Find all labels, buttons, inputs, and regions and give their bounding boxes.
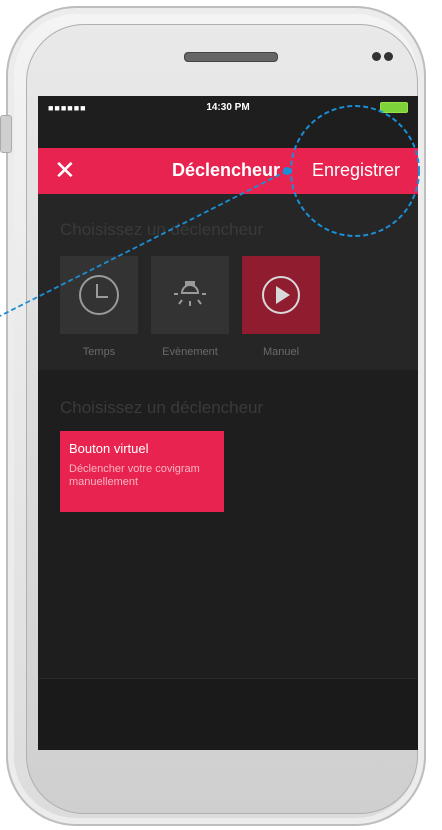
trigger-label: Manuel <box>262 346 300 358</box>
trigger-tile-time[interactable] <box>60 256 138 334</box>
phone-camera-dot <box>384 52 393 61</box>
phone-speaker <box>184 52 278 62</box>
clock-icon <box>79 275 119 315</box>
trigger-label: Evènement <box>162 346 218 358</box>
close-button[interactable]: ✕ <box>54 154 76 186</box>
app-screen: ■■■■■■ 14:30 PM ✕ Déclencheur Enregistre… <box>38 96 418 750</box>
phone-sensor-dot <box>372 52 381 61</box>
status-bar: ■■■■■■ 14:30 PM <box>38 96 418 118</box>
page-title: Déclencheur <box>172 160 281 180</box>
bottom-area <box>38 678 418 750</box>
trigger-tile-manual[interactable] <box>242 256 320 334</box>
section-heading: Choisissez un déclencheur <box>60 220 264 239</box>
lightbulb-icon <box>174 281 206 306</box>
trigger-type-section: Choisissez un déclencheur Temps Evènemen… <box>38 194 418 370</box>
save-button[interactable]: Enregistrer <box>312 160 400 181</box>
card-description: Déclencher votre covigram manuellement <box>69 463 200 488</box>
virtual-button-card[interactable]: Bouton virtuel Déclencher votre covigram… <box>60 431 224 512</box>
battery-icon <box>380 102 408 113</box>
phone-side-button <box>0 115 12 153</box>
status-time: 14:30 PM <box>206 102 250 113</box>
play-icon <box>262 276 300 314</box>
trigger-tile-event[interactable] <box>151 256 229 334</box>
section-heading: Choisissez un déclencheur <box>60 398 264 417</box>
nav-bar: ✕ Déclencheur Enregistrer <box>38 148 418 194</box>
trigger-label: Temps <box>82 346 116 358</box>
card-title: Bouton virtuel <box>69 441 149 456</box>
